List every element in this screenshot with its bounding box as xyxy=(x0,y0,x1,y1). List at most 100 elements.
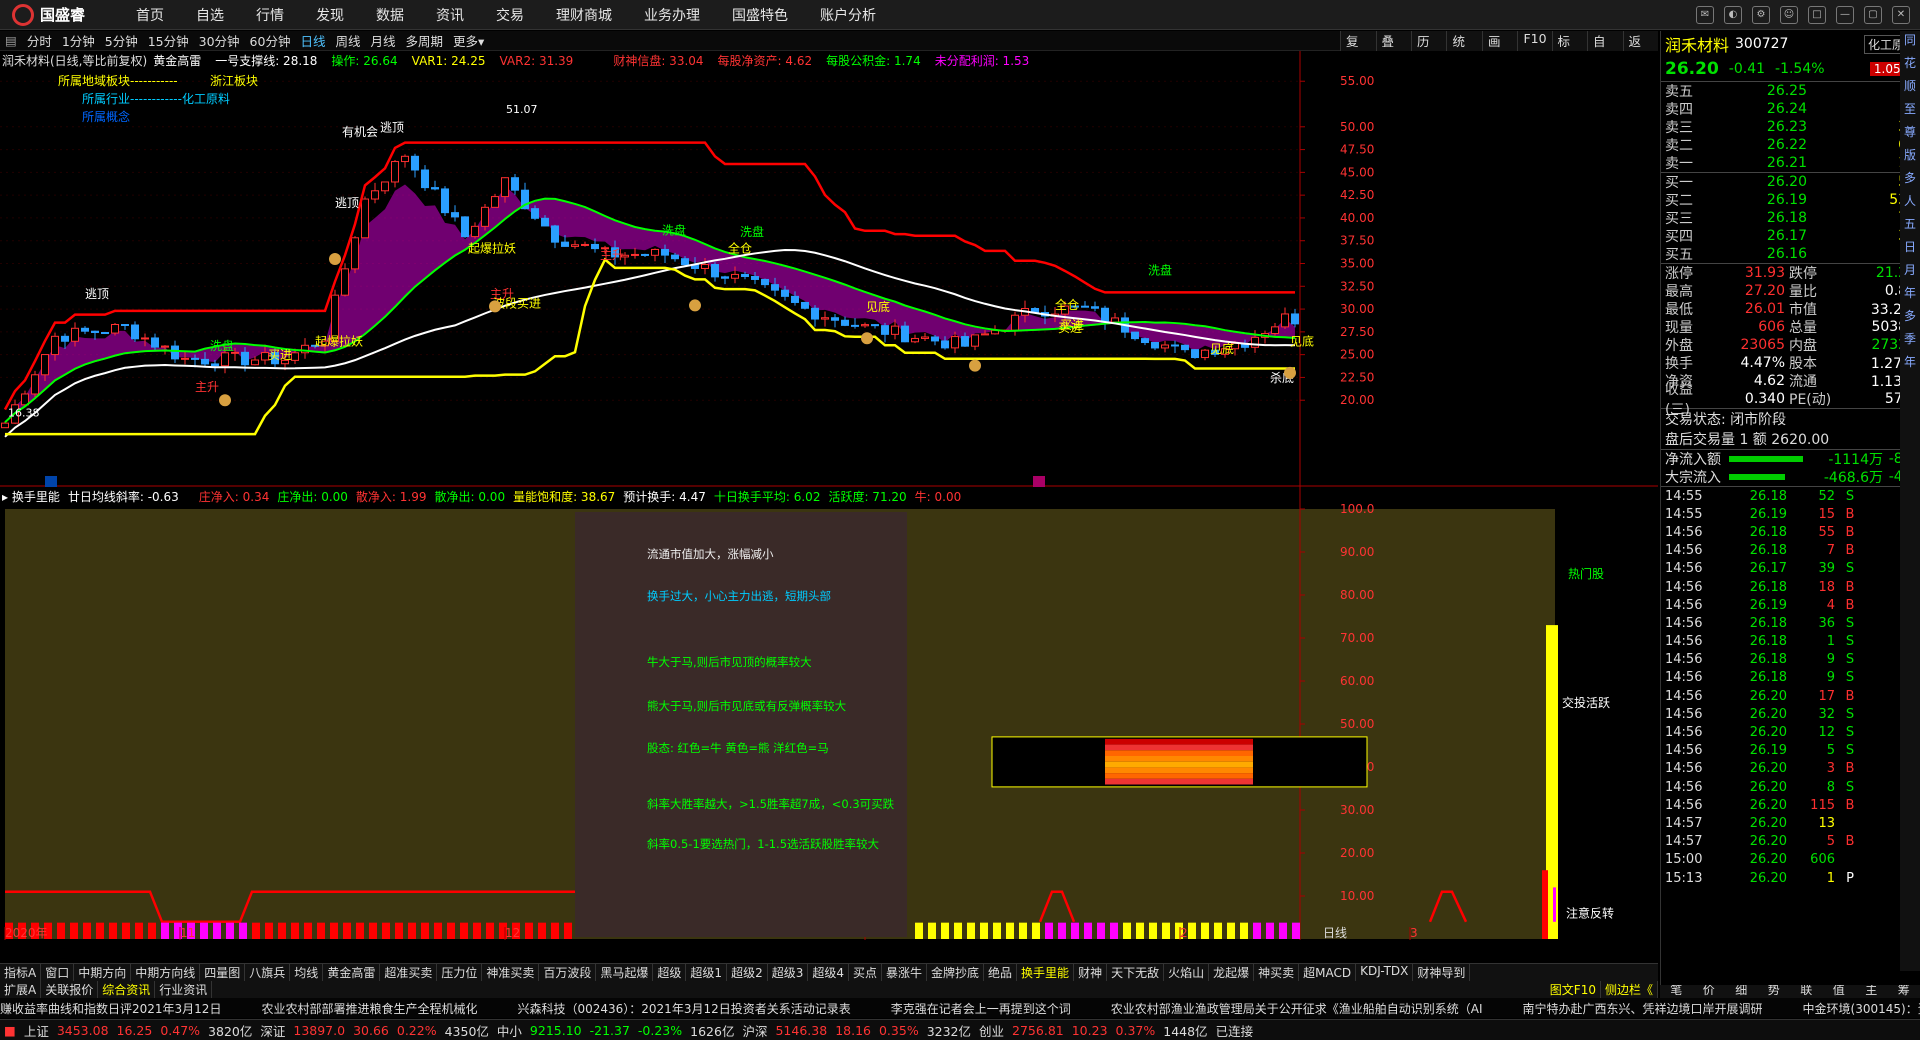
side-tab[interactable]: 至 xyxy=(1904,100,1916,123)
tick-list[interactable]: 14:5526.1852S414:5526.1915B214:5626.1855… xyxy=(1661,486,1920,887)
tool-button[interactable]: 标记 xyxy=(1551,31,1587,68)
menu-item[interactable]: 业务办理 xyxy=(628,5,716,25)
indicator-tab[interactable]: 超级2 xyxy=(727,964,768,981)
extension-tab[interactable]: 行业资讯 xyxy=(155,981,213,998)
maximize-icon[interactable]: ▢ xyxy=(1864,5,1882,24)
indicator-tab[interactable]: 天下无敌 xyxy=(1107,964,1165,981)
period-tab[interactable]: 更多▾ xyxy=(448,31,489,50)
news-item[interactable]: 赚收益率曲线和指数日评2021年3月12日 xyxy=(0,1000,221,1017)
indicator-tab[interactable]: 龙起爆 xyxy=(1209,964,1255,981)
indicator-tab[interactable]: 黑马起爆 xyxy=(596,964,654,981)
period-tab[interactable]: 多周期 xyxy=(401,31,449,50)
tool-button[interactable]: 自选 xyxy=(1587,31,1622,68)
skin-icon[interactable]: ◐ xyxy=(1724,5,1742,24)
app-logo[interactable]: 国盛睿 xyxy=(0,3,120,26)
period-tab[interactable]: 15分钟 xyxy=(143,31,194,50)
indicator-tab[interactable]: 中期方向 xyxy=(74,964,132,981)
news-item[interactable]: 李克强在记者会上一再提到这个词 xyxy=(891,1000,1071,1017)
indicator-tab[interactable]: 均线 xyxy=(290,964,324,981)
menu-item[interactable]: 资讯 xyxy=(420,5,480,25)
indicator-tab[interactable]: KDJ-TDX xyxy=(1356,964,1414,981)
side-tab[interactable]: 日 xyxy=(1904,238,1916,261)
period-tab[interactable]: 30分钟 xyxy=(194,31,245,50)
side-tab[interactable]: 尊 xyxy=(1904,123,1916,146)
period-tab[interactable]: 日线 xyxy=(295,31,330,50)
menu-item[interactable]: 自选 xyxy=(180,5,240,25)
menu-item[interactable]: 数据 xyxy=(360,5,420,25)
indicator-tab[interactable]: 超级4 xyxy=(808,964,849,981)
menu-item[interactable]: 国盛特色 xyxy=(716,5,804,25)
news-item[interactable]: 兴森科技（002436）：2021年3月12日投资者关系活动记录表 xyxy=(517,1000,850,1017)
side-tab[interactable]: 多 xyxy=(1904,307,1916,330)
indicator-tab[interactable]: 金牌抄底 xyxy=(927,964,985,981)
indicator-tab[interactable]: 黄金高雷 xyxy=(323,964,381,981)
minimize-icon[interactable]: — xyxy=(1836,5,1854,24)
extension-tab[interactable]: 关联报价 xyxy=(41,981,99,998)
indicator-tab[interactable]: 窗口 xyxy=(41,964,75,981)
indicator-tab[interactable]: 四量图 xyxy=(200,964,246,981)
side-tab[interactable]: 版 xyxy=(1904,146,1916,169)
menu-item[interactable]: 行情 xyxy=(240,5,300,25)
extension-tab[interactable]: 扩展A xyxy=(0,981,42,998)
indicator-tab[interactable]: 财神 xyxy=(1074,964,1108,981)
indicator-tab[interactable]: 火焰山 xyxy=(1164,964,1210,981)
user-icon[interactable]: ☺ xyxy=(1780,5,1798,24)
side-tab[interactable]: 多 xyxy=(1904,169,1916,192)
indicator-tab[interactable]: 神买卖 xyxy=(1254,964,1300,981)
side-tab[interactable]: 月 xyxy=(1904,261,1916,284)
tool-button[interactable]: 复权 xyxy=(1340,31,1375,68)
period-tab[interactable]: 1分钟 xyxy=(57,31,100,50)
close-icon[interactable]: ✕ xyxy=(1892,5,1910,24)
tool-button[interactable]: 返回 xyxy=(1622,31,1658,68)
menu-item[interactable]: 理财商城 xyxy=(540,5,628,25)
side-tab[interactable]: 同 xyxy=(1904,31,1916,54)
tools-icon[interactable]: ⚙ xyxy=(1752,5,1770,24)
tool-button[interactable]: 叠加 xyxy=(1375,31,1411,68)
tool-button[interactable]: 统计 xyxy=(1446,31,1481,68)
tool-button[interactable]: 画线 xyxy=(1481,31,1517,68)
sidebar-toggle[interactable]: 侧边栏《 xyxy=(1601,981,1658,998)
side-tab[interactable]: 花 xyxy=(1904,54,1916,77)
indicator-tab[interactable]: 暴涨牛 xyxy=(882,964,928,981)
indicator-tab[interactable]: 超MACD xyxy=(1299,964,1357,981)
indicator-tab[interactable]: 超级 xyxy=(653,964,687,981)
indicator-tab[interactable]: 压力位 xyxy=(437,964,483,981)
kline-chart[interactable]: 55.00 50.00 47.50 45.00 42.50 40.00 37.50 35.00… xyxy=(0,51,1658,487)
indicator-tab[interactable]: 超级3 xyxy=(768,964,809,981)
news-item[interactable]: 南宁特办赴广西东兴、凭祥边境口岸开展调研 xyxy=(1523,1000,1763,1017)
period-tab[interactable]: 60分钟 xyxy=(245,31,296,50)
menu-item[interactable]: 账户分析 xyxy=(804,5,892,25)
news-item[interactable]: 农业农村部部署推进粮食生产全程机械化 xyxy=(261,1000,477,1017)
side-tab[interactable]: 顺 xyxy=(1904,77,1916,100)
indicator-tab[interactable]: 财神导到 xyxy=(1413,964,1471,981)
period-list-icon[interactable]: ▤ xyxy=(0,33,22,48)
fullscreen-icon[interactable]: □ xyxy=(1808,5,1826,24)
period-tab[interactable]: 5分钟 xyxy=(100,31,143,50)
indicator-tab[interactable]: 绝品 xyxy=(984,964,1018,981)
menu-item[interactable]: 首页 xyxy=(120,5,180,25)
side-tab[interactable]: 年 xyxy=(1904,353,1916,376)
tool-button[interactable]: 历史 xyxy=(1410,31,1446,68)
side-tab[interactable]: 年 xyxy=(1904,284,1916,307)
news-item[interactable]: 农业农村部渔业渔政管理局关于公开征求《渔业船舶自动识别系统（AI xyxy=(1111,1000,1483,1017)
menu-item[interactable]: 发现 xyxy=(300,5,360,25)
side-tab[interactable]: 季 xyxy=(1904,330,1916,353)
extension-tab[interactable]: 综合资讯 xyxy=(98,981,156,998)
indicator-tab[interactable]: 买点 xyxy=(849,964,882,981)
indicator-tab[interactable]: 换手里能 xyxy=(1017,964,1075,981)
indicator-tab[interactable]: 八旗兵 xyxy=(245,964,291,981)
period-tab[interactable]: 月线 xyxy=(365,31,400,50)
period-tab[interactable]: 周线 xyxy=(330,31,365,50)
period-tab[interactable]: 分时 xyxy=(22,31,57,50)
side-tab[interactable]: 人 xyxy=(1904,192,1916,215)
side-tab[interactable]: 五 xyxy=(1904,215,1916,238)
indicator-tab[interactable]: 超级1 xyxy=(686,964,728,981)
indicator-tab[interactable]: 超准买卖 xyxy=(380,964,438,981)
indicator-tab[interactable]: 神准买卖 xyxy=(482,964,540,981)
indicator-tab[interactable]: 指标A xyxy=(0,964,42,981)
indicator-tab[interactable]: 百万波段 xyxy=(539,964,597,981)
tool-button[interactable]: F10 xyxy=(1517,31,1551,51)
message-icon[interactable]: ✉ xyxy=(1696,5,1714,24)
news-item[interactable]: 中金环境(300145)：资 xyxy=(1803,1000,1920,1017)
menu-item[interactable]: 交易 xyxy=(480,5,540,25)
